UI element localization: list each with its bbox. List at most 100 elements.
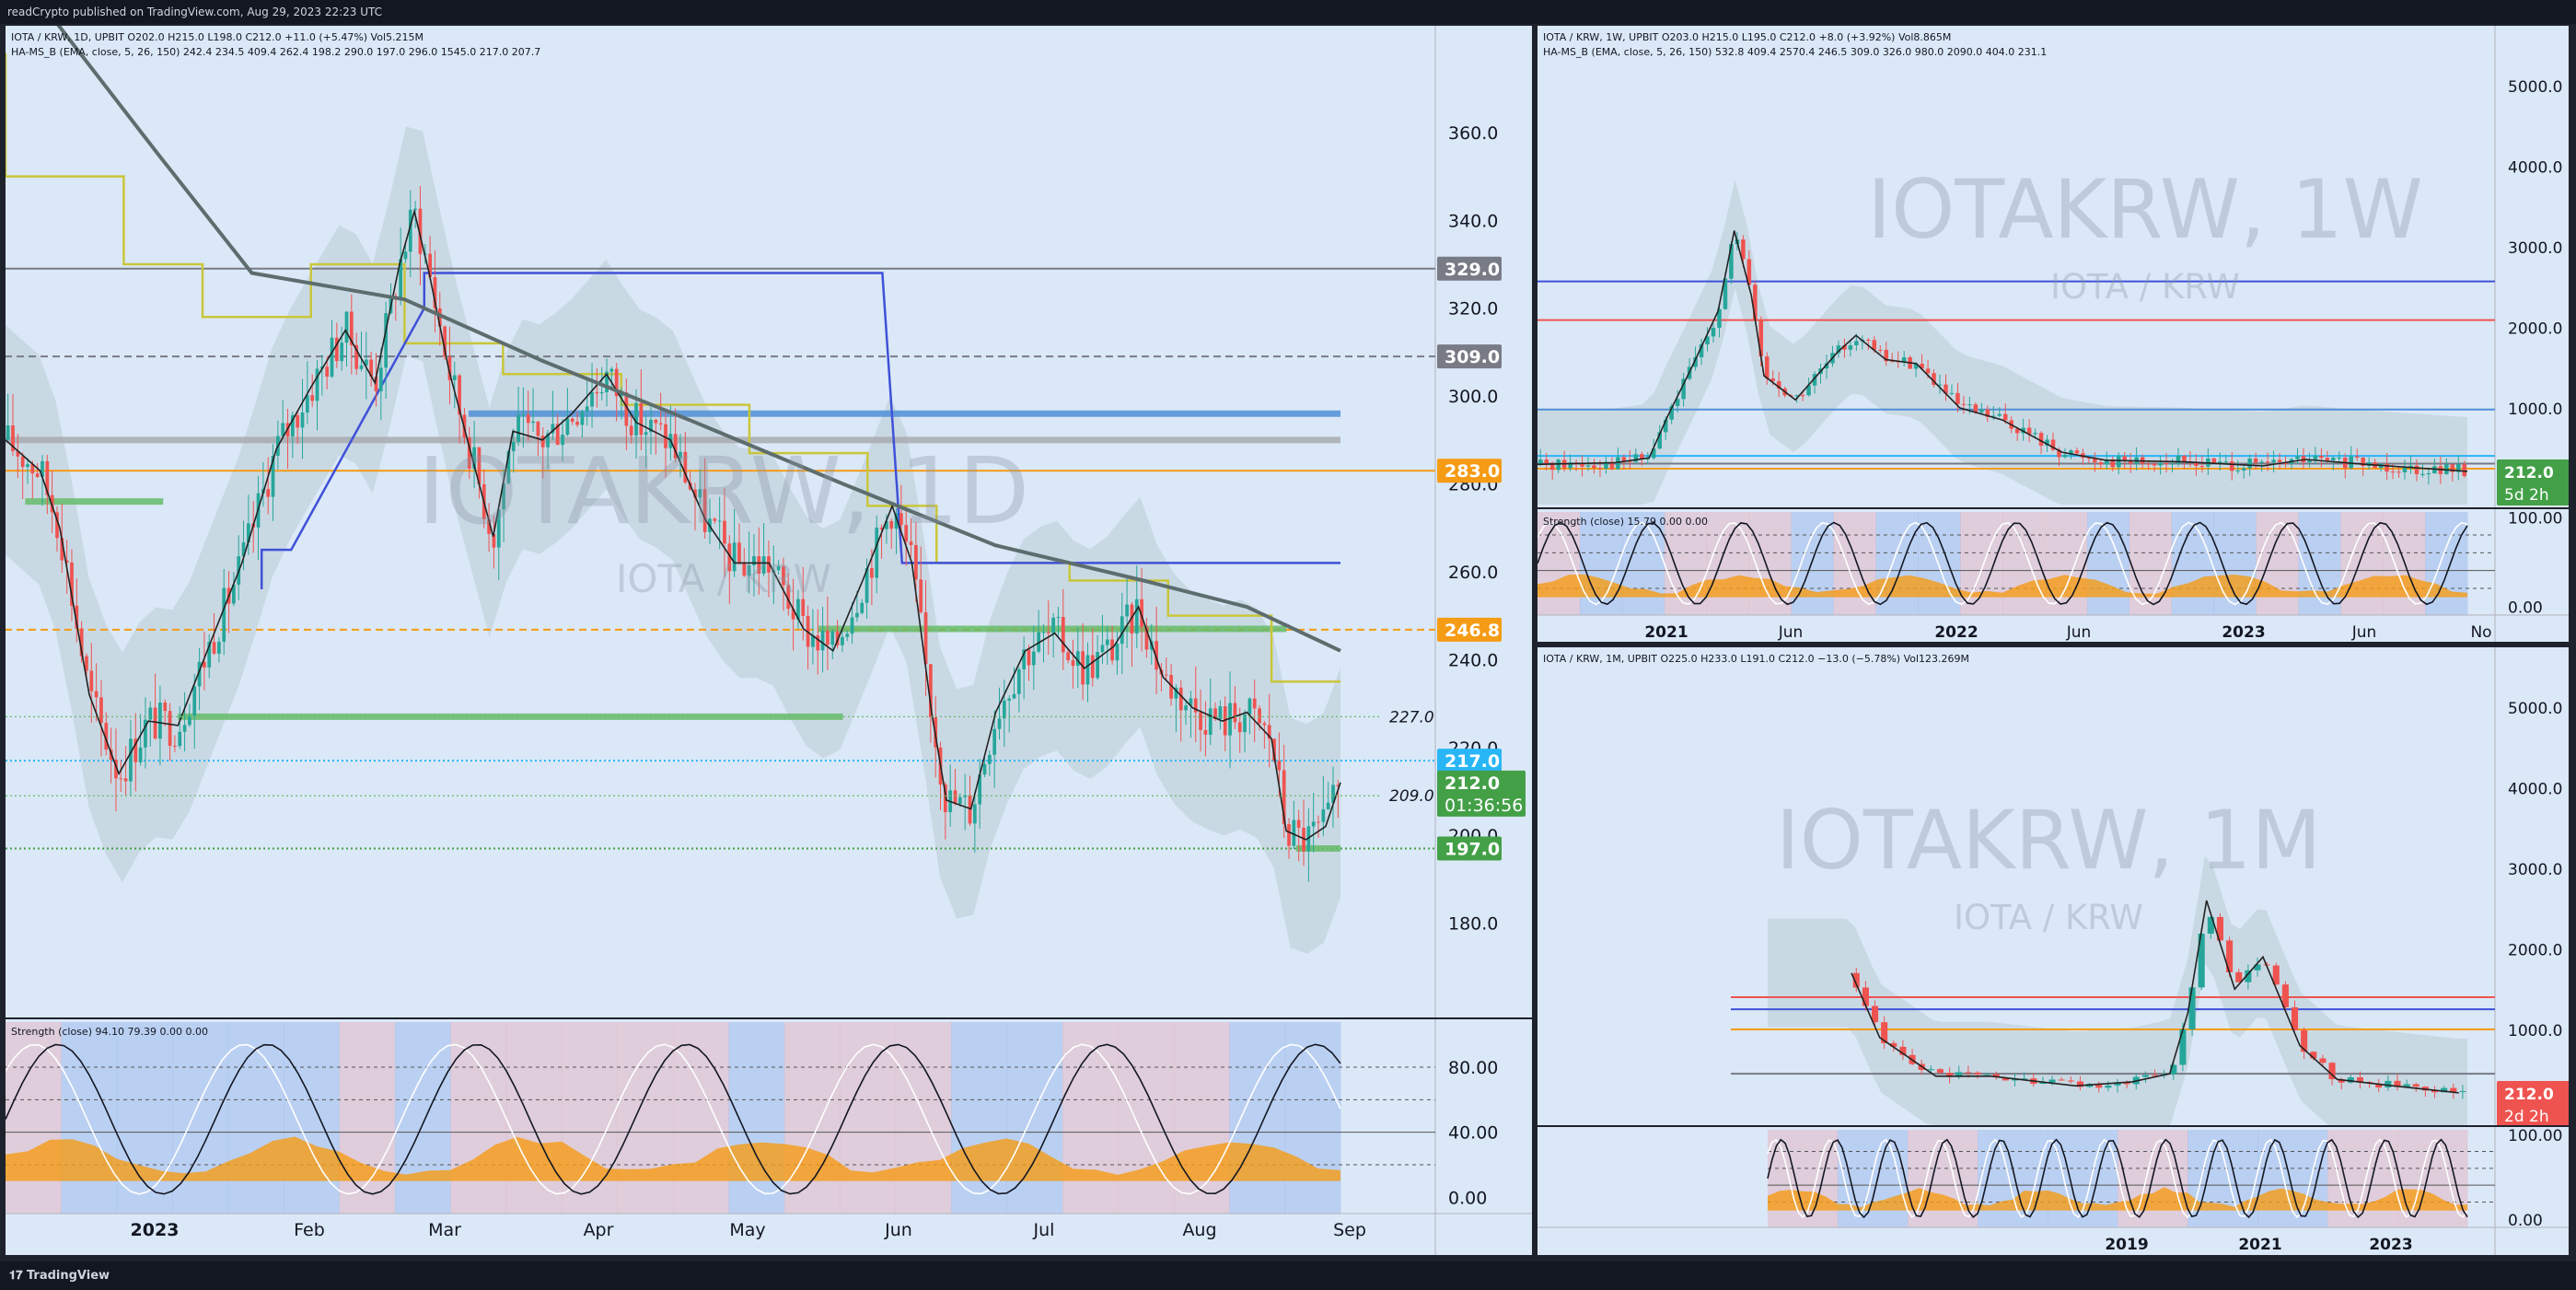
candle [1925, 368, 1931, 374]
candle [654, 419, 658, 424]
x-tick-label: 2022 [1934, 623, 1978, 642]
candle [1100, 645, 1105, 652]
monthly-chart[interactable]: 1000.0 2000.0 3000.0 4000.0 5000.0 212.0 2d 2h… [1537, 647, 2569, 1255]
osc-band [394, 1022, 451, 1214]
candle [1287, 823, 1291, 846]
candle [2277, 459, 2282, 463]
candle [1764, 356, 1770, 379]
candle [1199, 712, 1202, 730]
candle [531, 421, 535, 424]
osc-band [783, 1022, 841, 1214]
oscillator-pane [6, 1022, 1435, 1214]
candle [1007, 698, 1012, 701]
y-tick-label: 3000.0 [2508, 239, 2562, 258]
weekly-chart[interactable]: 1000.0 2000.0 3000.0 4000.0 5000.0 212.0 5d 2h… [1537, 26, 2569, 642]
candle [1056, 617, 1061, 619]
osc-band [116, 1022, 173, 1214]
legend-main: IOTA / KRW, 1M, UPBIT O225.0 H233.0 L191… [1543, 653, 1969, 665]
candle [957, 796, 962, 805]
x-tick-label: 2023 [2222, 623, 2265, 642]
y-tick-label: 5000.0 [2508, 78, 2562, 97]
candle [1326, 802, 1330, 809]
candle [2058, 1079, 2065, 1081]
candle [2253, 458, 2258, 463]
candle [2319, 455, 2324, 459]
candle [1580, 463, 1584, 467]
tradingview-logo: 𝟏𝟕 TradingView [9, 1269, 110, 1283]
candle [2038, 433, 2044, 447]
osc-band [951, 1022, 1007, 1214]
candle [2396, 471, 2401, 473]
candle [2349, 456, 2354, 469]
oscillator-pane [1767, 1130, 2495, 1227]
candle [99, 697, 103, 724]
osc-y-tick: 80.00 [1448, 1058, 1498, 1078]
candle [163, 702, 168, 712]
candle [1311, 821, 1316, 827]
osc-band [1706, 512, 1750, 615]
candle [2420, 473, 2425, 475]
candle [536, 421, 540, 436]
top-bar: readCrypto published on TradingView.com,… [0, 0, 2576, 24]
watermark: IOTAKRW, 1M [1776, 793, 2322, 888]
y-tick-label: 320.0 [1448, 299, 1498, 320]
y-tick-label: 5000.0 [2508, 700, 2562, 718]
osc-band [1833, 512, 1876, 615]
candle [2116, 456, 2121, 468]
candle [2337, 457, 2342, 459]
candle [987, 754, 992, 764]
candle [310, 395, 315, 401]
daily-chart-panel[interactable]: 180.0 200.0 220.0 240.0 260.0 280.0 300.0 320.0… [6, 26, 1532, 1255]
x-tick-label: May [729, 1220, 765, 1240]
candle [1927, 1069, 1934, 1071]
osc-band [617, 1022, 674, 1214]
candle [1090, 655, 1095, 679]
candle [1061, 617, 1065, 653]
candle [1237, 722, 1242, 733]
candle [1597, 468, 1603, 470]
candle [2319, 1058, 2327, 1063]
candle [2199, 466, 2205, 468]
candle [2152, 463, 2157, 466]
x-tick-label: 2021 [1644, 623, 1688, 642]
candle [1247, 698, 1252, 715]
candle [1889, 361, 1895, 363]
candle [1110, 639, 1114, 661]
legend-main: IOTA / KRW, 1W, UPBIT O203.0 H215.0 L195… [1543, 31, 1951, 43]
candle [801, 599, 806, 616]
osc-band [6, 1022, 62, 1214]
candle [1041, 632, 1046, 633]
candle [217, 641, 221, 654]
y-tick-label: 340.0 [1448, 211, 1498, 231]
candle [1936, 1069, 1944, 1074]
osc-y-tick: 100.00 [2508, 510, 2562, 529]
osc-band [2086, 512, 2130, 615]
price-label: 197.0 [1445, 839, 1500, 859]
candle [599, 392, 604, 394]
candle [2188, 987, 2196, 1029]
candle [403, 251, 408, 260]
weekly-chart-panel[interactable]: 1000.0 2000.0 3000.0 4000.0 5000.0 212.0 5d 2h… [1537, 26, 2569, 642]
daily-chart[interactable]: 180.0200.0220.0240.0260.0280.0300.0320.0… [6, 26, 1532, 1255]
candle [182, 725, 187, 732]
candle [266, 489, 271, 497]
candle [1974, 1072, 1981, 1075]
watermark-sub: IOTA / KRW [616, 556, 831, 601]
candle [855, 612, 859, 618]
candle [2141, 1075, 2149, 1077]
osc-band [1118, 1022, 1175, 1214]
candle [1711, 327, 1716, 337]
candle [300, 413, 305, 428]
line-value-label: 227.0 [1389, 708, 1434, 726]
osc-band [1838, 1130, 1909, 1227]
candle [2385, 1080, 2392, 1088]
legend-indicator: HA-MS_B (EMA, close, 5, 26, 150) 532.8 4… [1543, 46, 2047, 58]
y-tick-label: 360.0 [1448, 123, 1498, 144]
candle [2390, 471, 2396, 473]
publish-info: readCrypto published on TradingView.com,… [7, 6, 383, 18]
monthly-chart-panel[interactable]: 1000.0 2000.0 3000.0 4000.0 5000.0 212.0 2d 2h… [1537, 647, 2569, 1255]
candle [1258, 708, 1261, 724]
candle [860, 602, 864, 613]
osc-y-tick: 100.00 [2508, 1127, 2562, 1145]
candle [1277, 761, 1282, 771]
